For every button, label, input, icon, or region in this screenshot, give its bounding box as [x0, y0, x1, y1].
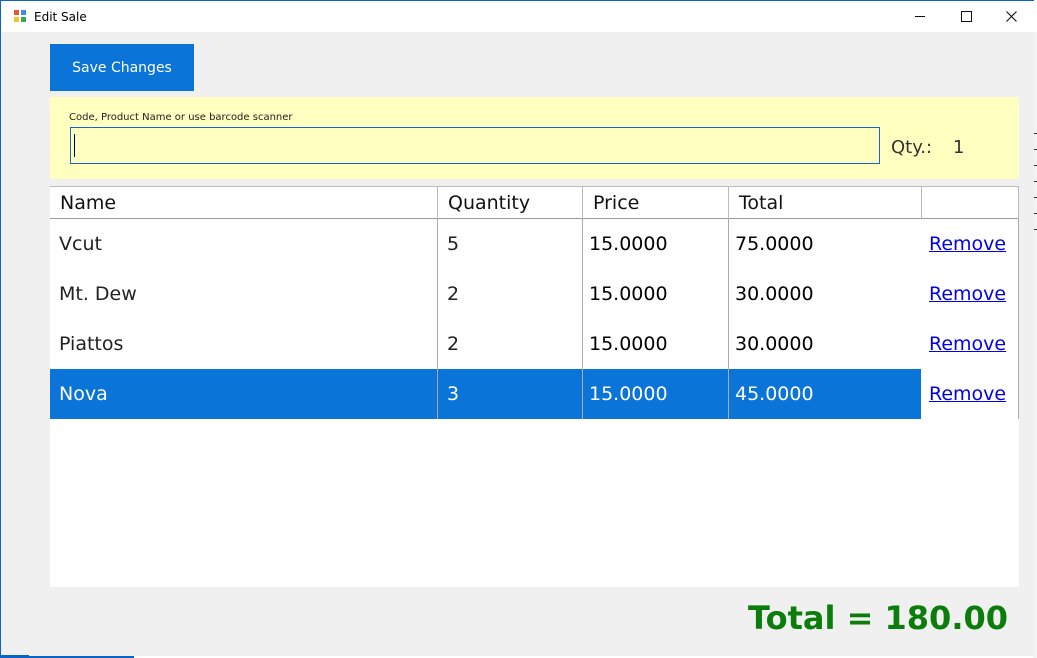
cell-price: 15.0000 — [589, 383, 668, 405]
column-divider — [582, 219, 583, 419]
cell-quantity: 5 — [447, 233, 460, 255]
search-label: Code, Product Name or use barcode scanne… — [69, 112, 293, 123]
cell-total: 75.0000 — [735, 233, 814, 255]
remove-link[interactable]: Remove — [929, 233, 1006, 255]
product-search-input[interactable] — [70, 127, 880, 164]
sale-items-grid[interactable]: Name Quantity Price Total Vcut 5 15.0000… — [50, 186, 1019, 587]
table-row[interactable]: Piattos 2 15.0000 30.0000 Remove — [50, 319, 1019, 369]
maximize-icon — [960, 11, 972, 22]
cell-quantity: 3 — [447, 383, 460, 405]
remove-link[interactable]: Remove — [929, 333, 1006, 355]
cell-name: Piattos — [59, 333, 124, 355]
window-title: Edit Sale — [34, 10, 87, 24]
sale-total: Total = 180.00 — [748, 599, 1008, 637]
minimize-button[interactable] — [897, 1, 943, 32]
cell-total: 30.0000 — [735, 283, 814, 305]
qty-label: Qty.: — [891, 137, 933, 158]
remove-link[interactable]: Remove — [929, 383, 1006, 405]
cell-total: 45.0000 — [735, 383, 814, 405]
search-panel: Code, Product Name or use barcode scanne… — [50, 97, 1019, 179]
column-divider — [728, 219, 729, 419]
table-row[interactable]: Vcut 5 15.0000 75.0000 Remove — [50, 219, 1019, 269]
qty-value[interactable]: 1 — [953, 137, 964, 158]
cell-price: 15.0000 — [589, 333, 668, 355]
cell-name: Mt. Dew — [59, 283, 137, 305]
cell-name: Vcut — [59, 233, 102, 255]
grid-header: Name Quantity Price Total — [50, 186, 1019, 219]
maximize-button[interactable] — [943, 1, 989, 32]
column-header-name[interactable]: Name — [50, 187, 438, 219]
title-bar[interactable]: Edit Sale — [1, 0, 1034, 32]
cell-price: 15.0000 — [589, 283, 668, 305]
text-caret — [74, 134, 75, 157]
column-divider — [1018, 219, 1019, 419]
cell-price: 15.0000 — [589, 233, 668, 255]
close-icon — [1005, 11, 1017, 22]
remove-link[interactable]: Remove — [929, 283, 1006, 305]
cell-quantity: 2 — [447, 333, 460, 355]
column-header-price[interactable]: Price — [583, 187, 729, 219]
edit-sale-window: Edit Sale Save Changes Code, Product Nam… — [0, 0, 1034, 656]
cell-total: 30.0000 — [735, 333, 814, 355]
column-header-total[interactable]: Total — [729, 187, 922, 219]
close-button[interactable] — [988, 1, 1034, 32]
table-row-selected[interactable]: Nova 3 15.0000 45.0000 Remove — [50, 369, 1019, 419]
column-header-quantity[interactable]: Quantity — [438, 187, 583, 219]
app-window-icon[interactable] — [14, 10, 28, 23]
table-row[interactable]: Mt. Dew 2 15.0000 30.0000 Remove — [50, 269, 1019, 319]
column-divider — [437, 219, 438, 419]
column-header-action — [922, 187, 1019, 219]
cell-name: Nova — [59, 383, 108, 405]
minimize-icon — [915, 16, 925, 17]
save-changes-button[interactable]: Save Changes — [50, 44, 194, 91]
cell-quantity: 2 — [447, 283, 460, 305]
form-client-area: Save Changes Code, Product Name or use b… — [29, 32, 1034, 656]
